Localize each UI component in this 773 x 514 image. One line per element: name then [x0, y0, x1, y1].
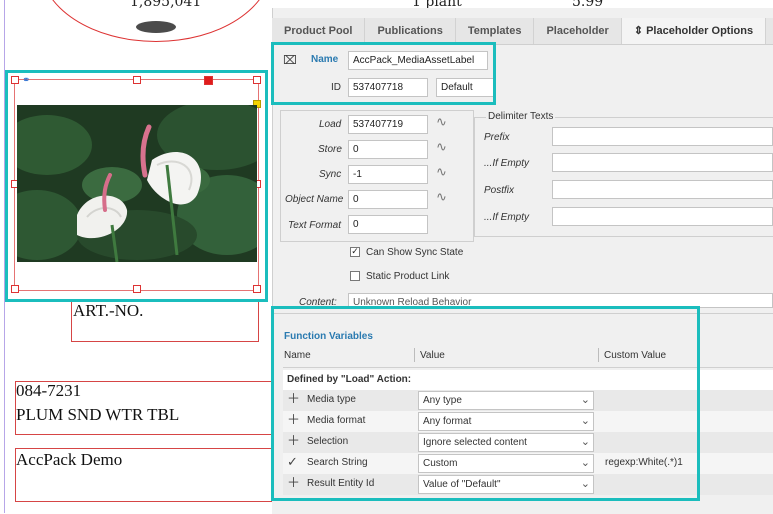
static-product-link-checkbox[interactable]: [350, 271, 360, 281]
group-header-label: Defined by "Load" Action:: [287, 374, 412, 385]
plus-icon[interactable]: ＋: [287, 476, 300, 492]
content-label: Content:: [299, 297, 337, 308]
value-select[interactable]: Value of "Default" ⌄: [418, 475, 594, 494]
row-value: Ignore selected content: [423, 437, 527, 448]
chevron-down-icon: ⌄: [580, 435, 590, 448]
object-name-label: Object Name: [285, 194, 344, 205]
object-name-field[interactable]: 0: [348, 190, 428, 209]
col-name-header: Name: [284, 350, 311, 361]
value-select[interactable]: Custom ⌄: [418, 454, 594, 473]
text-format-label: Text Format: [288, 220, 341, 231]
col-value-header: Value: [420, 350, 445, 361]
id-default-field[interactable]: Default: [436, 78, 496, 97]
plus-icon[interactable]: ＋: [287, 434, 300, 450]
check-icon[interactable]: ✓: [287, 455, 298, 471]
doc-price-text: 1,895,041: [130, 0, 202, 10]
tab-publications[interactable]: Publications: [365, 18, 456, 44]
table-row[interactable]: ＋ Result Entity Id Value of "Default" ⌄: [283, 474, 773, 495]
can-show-sync-state-label: Can Show Sync State: [366, 247, 464, 258]
footer-text: AccPack Demo: [16, 450, 123, 469]
item-name: PLUM SND WTR TBL: [16, 405, 180, 424]
prefix-if-empty-field[interactable]: [552, 153, 773, 172]
clear-name-icon[interactable]: ⌧: [283, 53, 297, 67]
content-field[interactable]: Unknown Reload Behavior: [348, 293, 773, 308]
row-name: Search String: [307, 457, 368, 468]
item-code: 084-7231: [16, 381, 82, 400]
id-label: ID: [331, 82, 341, 93]
can-show-sync-state-checkbox[interactable]: ✓: [350, 247, 360, 257]
sync-label: Sync: [319, 169, 342, 180]
value-select[interactable]: Ignore selected content ⌄: [418, 433, 594, 452]
prefix-label: Prefix: [484, 132, 510, 143]
tab-placeholder[interactable]: Placeholder: [534, 18, 622, 44]
table-row[interactable]: ＋ Media type Any type ⌄: [283, 390, 773, 411]
postfix-field[interactable]: [552, 180, 773, 199]
art-no-label: ART.-NO.: [73, 301, 144, 320]
id-field[interactable]: 537407718: [348, 78, 428, 97]
text-format-field[interactable]: 0: [348, 215, 428, 234]
store-field[interactable]: 0: [348, 140, 428, 159]
postfix-if-empty-label: ...If Empty: [484, 212, 530, 223]
name-field[interactable]: AccPack_MediaAssetLabel: [348, 51, 488, 70]
row-name: Selection: [307, 436, 349, 447]
table-row[interactable]: ✓ Search String Custom ⌄ regexp:White(.*)…: [283, 453, 773, 474]
chevrons-updown-icon: ⇕: [633, 25, 644, 37]
prefix-if-empty-label: ...If Empty: [484, 158, 530, 169]
tab-placeholder-options-label: Placeholder Options: [646, 25, 754, 37]
col-custom-value-header: Custom Value: [604, 350, 667, 361]
row-value: Custom: [423, 458, 458, 469]
tab-placeholder-options[interactable]: ⇕ Placeholder Options: [621, 18, 767, 44]
load-label: Load: [319, 119, 342, 130]
static-product-link-label: Static Product Link: [366, 271, 450, 282]
table-row[interactable]: ＋ Selection Ignore selected content ⌄: [283, 432, 773, 453]
panel-tabs: Product Pool Publications Templates Plac…: [272, 18, 773, 45]
postfix-if-empty-field[interactable]: [552, 207, 773, 226]
tab-product-pool[interactable]: Product Pool: [272, 18, 366, 44]
value-select[interactable]: Any type ⌄: [418, 391, 594, 410]
load-field[interactable]: 537407719: [348, 115, 428, 134]
delimiter-title: Delimiter Texts: [486, 111, 556, 122]
chevron-down-icon: ⌄: [580, 477, 590, 490]
row-name: Media type: [307, 394, 356, 405]
postfix-label: Postfix: [484, 185, 515, 196]
row-custom-value: regexp:White(.*)1: [605, 457, 683, 468]
row-value: Any format: [423, 416, 472, 427]
anthurium-photo: [17, 105, 257, 262]
store-label: Store: [318, 144, 342, 155]
tab-templates[interactable]: Templates: [456, 18, 535, 44]
chevron-down-icon: ⌄: [580, 456, 590, 469]
plus-icon[interactable]: ＋: [287, 392, 300, 408]
row-name: Media format: [307, 415, 366, 426]
page-guide-line: [4, 0, 5, 513]
sync-field[interactable]: -1: [348, 165, 428, 184]
row-value: Value of "Default": [423, 479, 501, 490]
store-link-icon[interactable]: ∿: [436, 140, 447, 155]
chevron-down-icon: ⌄: [580, 414, 590, 427]
value-select[interactable]: Any format ⌄: [418, 412, 594, 431]
name-label: Name: [311, 54, 339, 65]
object-name-link-icon[interactable]: ∿: [436, 190, 447, 205]
load-link-icon[interactable]: ∿: [436, 115, 447, 130]
row-name: Result Entity Id: [307, 478, 375, 489]
plus-icon[interactable]: ＋: [287, 413, 300, 429]
table-row[interactable]: ＋ Media format Any format ⌄: [283, 411, 773, 432]
sync-link-icon[interactable]: ∿: [436, 165, 447, 180]
chevron-down-icon: ⌄: [580, 393, 590, 406]
row-value: Any type: [423, 395, 462, 406]
function-variables-title: Function Variables: [284, 331, 373, 342]
prefix-field[interactable]: [552, 127, 773, 146]
link-chain-icon[interactable]: ⚭: [22, 75, 30, 86]
